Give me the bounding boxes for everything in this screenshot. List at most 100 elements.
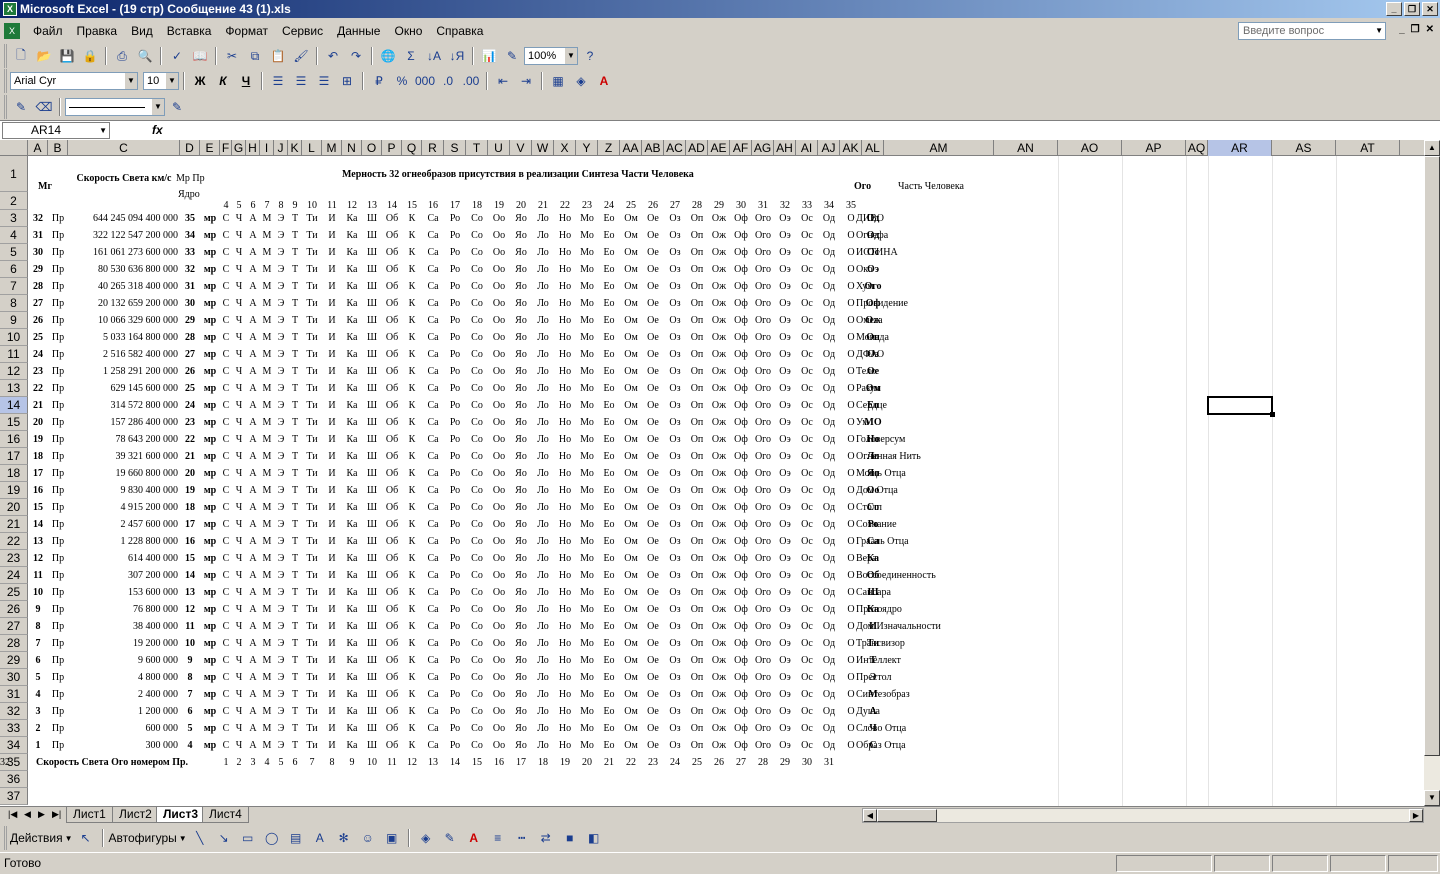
menu-window[interactable]: Окно [387, 24, 429, 38]
merge-center-icon[interactable]: ⊞ [336, 70, 358, 92]
erase-border-icon[interactable]: ⌫ [33, 96, 55, 118]
row-header-16[interactable]: 16 [0, 431, 28, 448]
row-header-19[interactable]: 19 [0, 482, 28, 499]
column-header-ar[interactable]: AR [1208, 140, 1272, 156]
column-header-af[interactable]: AF [730, 140, 752, 156]
column-header-u[interactable]: U [488, 140, 510, 156]
column-header-v[interactable]: V [510, 140, 532, 156]
rectangle-icon[interactable]: ▭ [237, 827, 259, 849]
row-header-5[interactable]: 5 [0, 244, 28, 261]
column-header-b[interactable]: B [48, 140, 68, 156]
font-size-select[interactable]: 10 ▼ [143, 72, 179, 90]
decrease-decimal-icon[interactable]: .00 [460, 70, 482, 92]
row-header-3[interactable]: 3 [0, 210, 28, 227]
align-center-icon[interactable]: ☰ [290, 70, 312, 92]
shadow-icon[interactable]: ■ [559, 827, 581, 849]
line-style-icon[interactable]: ≡ [487, 827, 509, 849]
row-header-15[interactable]: 15 [0, 414, 28, 431]
column-header-ak[interactable]: AK [840, 140, 862, 156]
column-header-w[interactable]: W [532, 140, 554, 156]
drawing-icon[interactable]: ✎ [501, 45, 523, 67]
row-header-27[interactable]: 27 [0, 618, 28, 635]
scroll-thumb[interactable] [1424, 156, 1440, 756]
align-right-icon[interactable]: ☰ [313, 70, 335, 92]
row-header-21[interactable]: 21 [0, 516, 28, 533]
diagram-icon[interactable]: ✻ [333, 827, 355, 849]
oval-icon[interactable]: ◯ [261, 827, 283, 849]
column-header-d[interactable]: D [180, 140, 200, 156]
column-header-r[interactable]: R [422, 140, 444, 156]
next-sheet-icon[interactable]: ▶ [38, 809, 45, 820]
column-header-q[interactable]: Q [402, 140, 422, 156]
menu-help[interactable]: Справка [429, 24, 490, 38]
column-header-ap[interactable]: AP [1122, 140, 1186, 156]
column-header-m[interactable]: M [322, 140, 342, 156]
column-header-n[interactable]: N [342, 140, 362, 156]
bold-button[interactable]: Ж [189, 70, 211, 92]
row-header-25[interactable]: 25 [0, 584, 28, 601]
column-header-ao[interactable]: AO [1058, 140, 1122, 156]
row-header-26[interactable]: 26 [0, 601, 28, 618]
doc-close-button[interactable]: ✕ [1426, 24, 1434, 35]
row-header-32[interactable]: 32 [0, 703, 28, 720]
column-header-p[interactable]: P [382, 140, 402, 156]
tab-sheet4[interactable]: Лист4 [202, 807, 249, 823]
open-icon[interactable]: 📂 [33, 45, 55, 67]
column-header-at[interactable]: AT [1336, 140, 1400, 156]
picture-icon[interactable]: ▣ [381, 827, 403, 849]
spelling-icon[interactable]: ✓ [166, 45, 188, 67]
column-header-t[interactable]: T [466, 140, 488, 156]
scroll-left-icon[interactable]: ◀ [863, 809, 877, 822]
new-icon[interactable]: 🗋 [10, 45, 32, 67]
hyperlink-icon[interactable]: 🌐 [377, 45, 399, 67]
row-header-13[interactable]: 13 [0, 380, 28, 397]
row-header-6[interactable]: 6 [0, 261, 28, 278]
clipart-icon[interactable]: ☺ [357, 827, 379, 849]
arrow-style-icon[interactable]: ⇄ [535, 827, 557, 849]
font-color-icon[interactable]: A [593, 70, 615, 92]
document-icon[interactable]: X [4, 23, 20, 39]
scroll-right-icon[interactable]: ▶ [1409, 809, 1423, 822]
sort-desc-icon[interactable]: ↓Я [446, 45, 468, 67]
font-color-icon[interactable]: A [463, 827, 485, 849]
line-icon[interactable]: ╲ [189, 827, 211, 849]
wordart-icon[interactable]: A [309, 827, 331, 849]
font-select[interactable]: Arial Cyr ▼ [10, 72, 138, 90]
worksheet-grid[interactable]: A B C D E F G H I J K L M N O P Q R S T U V W X Y Z AA AB AC AD AE AF AG… [0, 140, 1424, 806]
column-header-z[interactable]: Z [598, 140, 620, 156]
column-header-am[interactable]: AM [884, 140, 994, 156]
row-header-22[interactable]: 22 [0, 533, 28, 550]
row-header-17[interactable]: 17 [0, 448, 28, 465]
row-header-2[interactable]: 2 [0, 192, 28, 210]
active-cell[interactable] [1207, 396, 1275, 417]
column-header-ag[interactable]: AG [752, 140, 774, 156]
row-header-36[interactable]: 36 [0, 771, 28, 788]
line-style-select[interactable]: ▼ [65, 98, 165, 116]
column-header-ac[interactable]: AC [664, 140, 686, 156]
row-header-34[interactable]: 34 [0, 737, 28, 754]
column-header-aa[interactable]: AA [620, 140, 642, 156]
borders-icon[interactable]: ▦ [547, 70, 569, 92]
cut-icon[interactable]: ✂ [221, 45, 243, 67]
row-header-24[interactable]: 24 [0, 567, 28, 584]
column-header-al[interactable]: AL [862, 140, 884, 156]
permission-icon[interactable]: 🔒 [79, 45, 101, 67]
italic-button[interactable]: К [212, 70, 234, 92]
tab-sheet3[interactable]: Лист3 [156, 807, 206, 823]
row-header-10[interactable]: 10 [0, 329, 28, 346]
row-header-9[interactable]: 9 [0, 312, 28, 329]
tab-sheet2[interactable]: Лист2 [112, 807, 159, 823]
row-header-23[interactable]: 23 [0, 550, 28, 567]
column-header-i[interactable]: I [260, 140, 274, 156]
row-header-29[interactable]: 29 [0, 652, 28, 669]
format-painter-icon[interactable]: 🖌 [290, 45, 312, 67]
row-header-33[interactable]: 33 [0, 720, 28, 737]
row-header-37[interactable]: 37 [0, 788, 28, 805]
menu-insert[interactable]: Вставка [160, 24, 219, 38]
save-icon[interactable]: 💾 [56, 45, 78, 67]
row-header-31[interactable]: 31 [0, 686, 28, 703]
textbox-icon[interactable]: ▤ [285, 827, 307, 849]
arrow-icon[interactable]: ↘ [213, 827, 235, 849]
column-header-e[interactable]: E [200, 140, 220, 156]
menu-edit[interactable]: Правка [70, 24, 125, 38]
